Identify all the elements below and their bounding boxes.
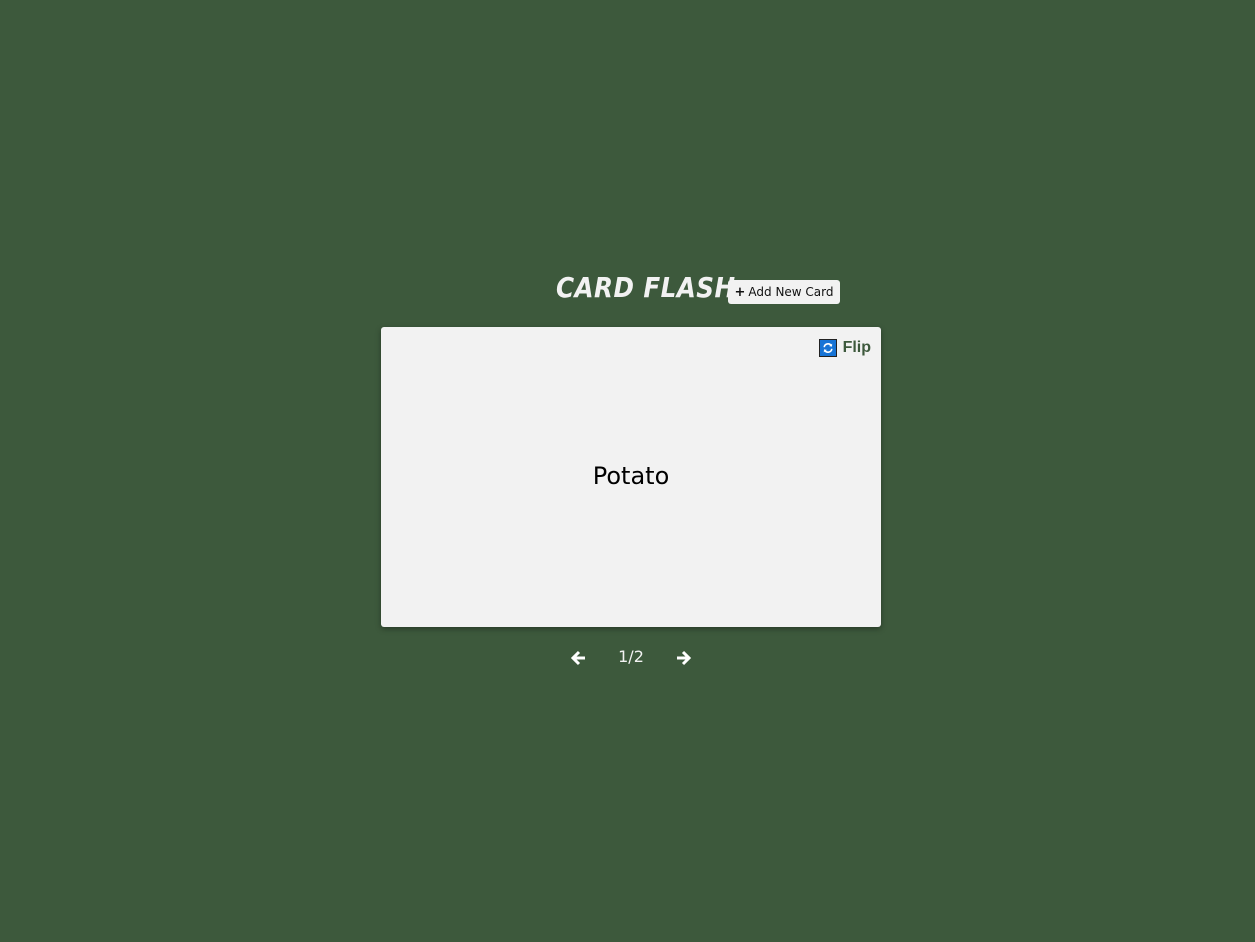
add-new-card-button[interactable]: + Add New Card: [728, 280, 840, 304]
flip-label: Flip: [842, 339, 871, 356]
add-new-card-label: Add New Card: [748, 285, 834, 299]
refresh-icon: [818, 339, 837, 357]
pager: 1/2: [0, 645, 1255, 671]
arrow-right-icon[interactable]: [674, 649, 692, 667]
flip-button[interactable]: Flip: [818, 338, 871, 358]
app-root: CARD FLASH + Add New Card Flip Potato 1/…: [0, 0, 1255, 942]
arrow-left-icon[interactable]: [570, 649, 588, 667]
plus-icon: +: [734, 284, 746, 300]
header: CARD FLASH + Add New Card: [0, 268, 1255, 312]
card-text: Potato: [592, 462, 670, 490]
page-counter: 1/2: [618, 647, 644, 666]
flash-card[interactable]: Flip Potato: [381, 327, 881, 627]
app-title: CARD FLASH: [556, 271, 736, 304]
